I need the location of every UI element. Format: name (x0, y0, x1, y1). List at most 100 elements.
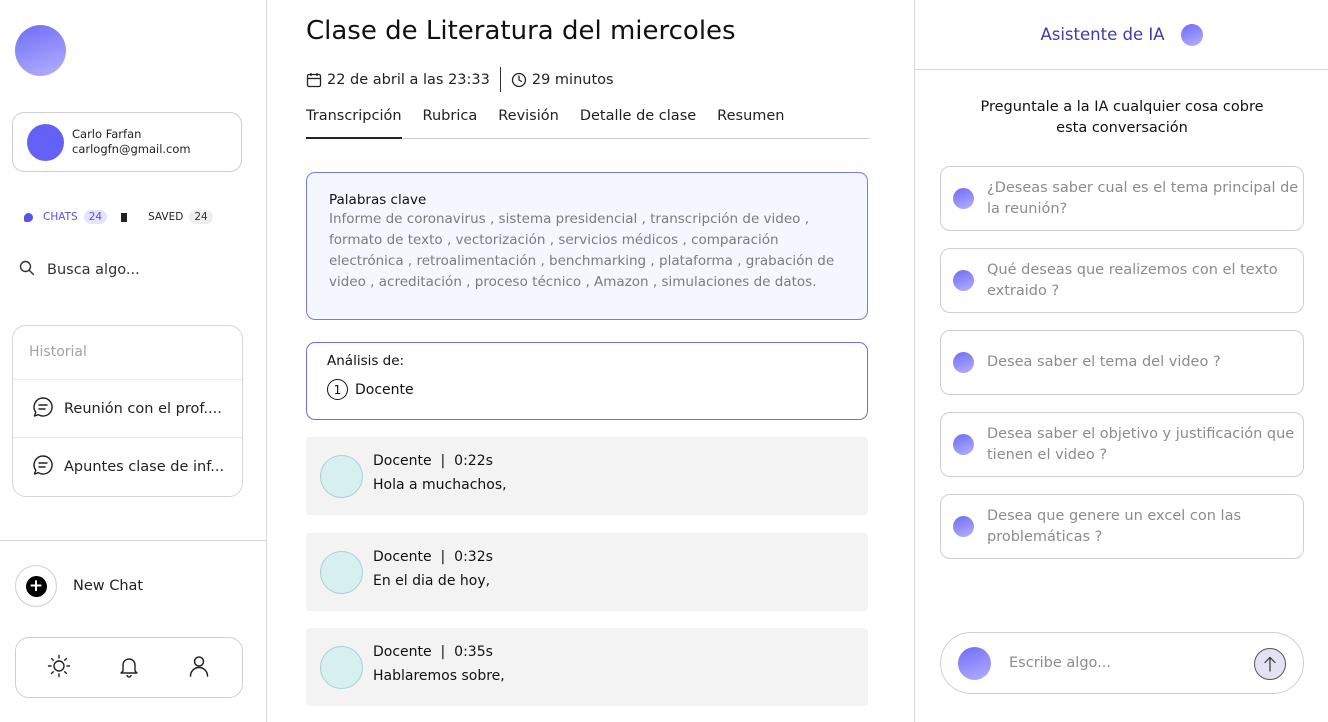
tab-rubrica[interactable]: Rubrica (423, 108, 478, 139)
user-info: Carlo Farfan carlogfn@gmail.com (72, 127, 191, 157)
assistant-title: Asistente de IA (1040, 25, 1165, 44)
speaker-avatar (320, 646, 363, 689)
speaker-label: Docente (355, 381, 414, 398)
transcript-speaker: Docente (373, 549, 432, 565)
bottom-toolbar (15, 637, 243, 698)
history-item[interactable]: Reunión con el prof.... (13, 380, 242, 438)
history-title: Historial (13, 326, 242, 380)
meta-divider (499, 67, 501, 92)
analysis-card: Análisis de: 1 Docente (306, 342, 868, 420)
search-placeholder: Busca algo... (47, 262, 140, 278)
search-input[interactable]: Busca algo... (19, 260, 140, 280)
arrow-up-icon (1264, 656, 1276, 672)
suggestion-card[interactable]: ¿Deseas saber cual es el tema principal … (940, 166, 1304, 231)
history-item-label: Reunión con el prof.... (64, 400, 222, 417)
speaker-number: 1 (327, 379, 348, 400)
search-icon (19, 260, 35, 280)
plus-icon: + (15, 565, 57, 607)
transcript-text: Hola a muchachos, (373, 477, 507, 493)
transcript-time: 0:22s (454, 453, 493, 469)
suggestion-card[interactable]: Desea saber el tema del video ? (940, 330, 1304, 395)
suggestion-card[interactable]: Desea saber el objetivo y justificación … (940, 412, 1304, 477)
assistant-header: Asistente de IA (915, 0, 1328, 70)
assistant-orb-icon (953, 270, 974, 291)
chat-bubble-icon (24, 212, 33, 222)
tab-chats[interactable]: CHATS 24 (24, 210, 108, 224)
assistant-orb-icon (953, 188, 974, 209)
message-icon (32, 396, 54, 422)
bell-icon[interactable] (117, 654, 141, 682)
transcript-header: Docente | 0:22s (373, 453, 493, 469)
suggestion-text: ¿Deseas saber cual es el tema principal … (987, 179, 1299, 217)
suggestion-text: Qué deseas que realizemos con el texto e… (987, 261, 1278, 299)
transcript-entry: Docente | 0:32s En el dia de hoy, (306, 533, 868, 611)
analysis-title: Análisis de: (327, 353, 405, 369)
chats-count-badge: 24 (83, 210, 108, 224)
suggestion-text: Desea saber el tema del video ? (987, 354, 1221, 370)
divider (0, 540, 267, 541)
keywords-card: Palabras clave Informe de coronavirus , … (306, 172, 868, 320)
suggestion-text: Desea que genere un excel con las proble… (987, 507, 1242, 545)
transcript-time: 0:32s (454, 549, 493, 565)
assistant-orb-icon (953, 434, 974, 455)
class-date: 22 de abril a las 23:33 (327, 71, 490, 88)
tab-resumen[interactable]: Resumen (717, 108, 784, 139)
user-name: Carlo Farfan (72, 127, 142, 141)
tab-revision[interactable]: Revisión (498, 108, 559, 139)
tab-saved[interactable]: SAVED 24 (121, 210, 213, 224)
tab-chats-label: CHATS (43, 211, 78, 223)
history-item-label: Apuntes clase de inf... (64, 459, 225, 475)
transcript-header: Docente | 0:35s (373, 644, 493, 660)
saved-count-badge: 24 (189, 210, 213, 224)
speaker-avatar (320, 551, 363, 594)
history-panel: Historial Reunión con el prof.... Apunte… (12, 325, 243, 497)
suggestion-card[interactable]: Qué deseas que realizemos con el texto e… (940, 248, 1304, 313)
transcript-entry: Docente | 0:35s Hablaremos sobre, (306, 628, 868, 706)
assistant-orb-icon (953, 516, 974, 537)
speaker-avatar (320, 455, 363, 498)
page-title: Clase de Literatura del miercoles (306, 16, 736, 46)
bookmark-icon (121, 212, 128, 222)
transcript-text: En el dia de hoy, (373, 573, 491, 589)
app-logo (15, 25, 66, 76)
transcript-speaker: Docente (373, 453, 432, 469)
new-chat-label: New Chat (73, 578, 144, 594)
avatar (27, 123, 64, 161)
assistant-panel: Asistente de IA Preguntale a la IA cualq… (914, 0, 1328, 722)
chat-input-bar (940, 632, 1304, 694)
user-email: carlogfn@gmail.com (72, 142, 191, 156)
suggestion-text: Desea saber el objetivo y justificación … (987, 425, 1295, 463)
new-chat-button[interactable]: + New Chat (15, 565, 143, 607)
assistant-orb-icon (958, 646, 991, 680)
class-meta: 22 de abril a las 23:33 29 minutos (306, 67, 614, 92)
transcript-speaker: Docente (373, 644, 432, 660)
transcript-entry: Docente | 0:22s Hola a muchachos, (306, 437, 868, 515)
suggestion-card[interactable]: Desea que genere un excel con las proble… (940, 494, 1304, 559)
assistant-prompt: Preguntale a la IA cualquier cosa cobre … (980, 99, 1264, 136)
calendar-icon (306, 72, 322, 88)
class-duration: 29 minutos (531, 71, 614, 88)
content-tabs: Transcripción Rubrica Revisión Detalle d… (306, 108, 870, 139)
user-card[interactable]: Carlo Farfan carlogfn@gmail.com (12, 112, 242, 172)
transcript-text: Hablaremos sobre, (373, 668, 505, 684)
sidebar: Carlo Farfan carlogfn@gmail.com CHATS 24… (0, 0, 267, 722)
history-item[interactable]: Apuntes clase de inf... (13, 438, 242, 496)
send-button[interactable] (1254, 648, 1286, 680)
clock-icon (511, 72, 527, 88)
sidebar-tabs: CHATS 24 SAVED 24 (24, 210, 213, 224)
tab-saved-label: SAVED (148, 211, 184, 223)
user-icon[interactable] (187, 654, 211, 682)
assistant-orb-icon (953, 352, 974, 373)
chat-input[interactable] (1009, 655, 1229, 671)
transcript-time: 0:35s (454, 644, 493, 660)
tab-transcripcion[interactable]: Transcripción (306, 108, 402, 139)
transcript-header: Docente | 0:32s (373, 549, 493, 565)
keywords-title: Palabras clave (329, 192, 427, 208)
assistant-orb-icon (1180, 23, 1203, 46)
keywords-text: Informe de coronavirus , sistema preside… (329, 211, 835, 290)
sun-icon[interactable] (47, 654, 71, 682)
main-content: Clase de Literatura del miercoles 22 de … (267, 0, 914, 722)
message-icon (32, 454, 54, 480)
tab-detalle-de-clase[interactable]: Detalle de clase (580, 108, 696, 139)
speaker-chip[interactable]: 1 Docente (327, 379, 847, 400)
